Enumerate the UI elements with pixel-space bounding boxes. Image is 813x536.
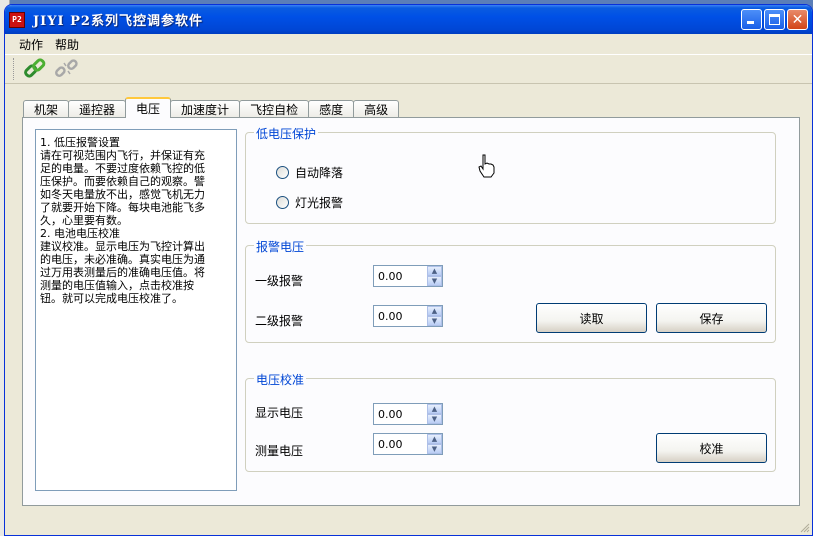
tab-frame[interactable]: 机架 [23, 100, 70, 118]
disconnect-icon[interactable] [54, 57, 80, 81]
window-title: JIYI P2系列飞控调参软件 [33, 14, 203, 29]
level2-label: 二级报警 [255, 314, 304, 328]
tab-self-check[interactable]: 飞控自检 [239, 100, 310, 118]
connect-icon[interactable] [22, 57, 48, 81]
arrow-up-icon: ▲ [431, 307, 438, 315]
alarm-voltage-group: 报警电压 一级报警 0.00 ▲ ▼ 二级报警 0.00 ▲ ▼ 读取 保存 [245, 238, 776, 343]
spin-down-button[interactable]: ▼ [427, 444, 442, 454]
radio-circle[interactable] [276, 166, 289, 179]
measured-voltage-value[interactable]: 0.00 [374, 434, 427, 454]
arrow-down-icon: ▼ [431, 317, 438, 325]
maximize-button[interactable] [764, 9, 785, 30]
calibration-group: 电压校准 显示电压 0.00 ▲ ▼ 测量电压 0.00 ▲ ▼ 校准 [245, 371, 776, 472]
voltage-panel: 1. 低压报警设置 请在可视范围内飞行，并保证有充 足的电量。不要过度依赖飞控的… [22, 117, 800, 506]
menu-bar: 动作 帮助 [5, 34, 812, 54]
low-voltage-group: 低电压保护 自动降落 灯光报警 [245, 125, 776, 224]
arrow-up-icon: ▲ [431, 435, 438, 443]
help-line: 足的电量。不要过度依赖飞控的低 [40, 162, 205, 175]
help-text-box[interactable]: 1. 低压报警设置 请在可视范围内飞行，并保证有充 足的电量。不要过度依赖飞控的… [35, 129, 237, 491]
minimize-button[interactable] [741, 9, 762, 30]
window-controls: ✕ [741, 9, 808, 30]
close-icon: ✕ [791, 11, 804, 28]
calibrate-button[interactable]: 校准 [656, 433, 767, 463]
spin-up-button[interactable]: ▲ [427, 306, 442, 316]
calibration-title: 电压校准 [254, 371, 307, 388]
level1-spinner[interactable]: 0.00 ▲ ▼ [373, 265, 443, 287]
arrow-down-icon: ▼ [431, 277, 438, 285]
app-window: P2 JIYI P2系列飞控调参软件 ✕ 动作 帮助 机架 遥控器 电压 加速度… [4, 4, 813, 536]
level1-value[interactable]: 0.00 [374, 266, 427, 286]
help-line: 如冬天电量放不出，感觉飞机无力 [40, 188, 205, 201]
arrow-down-icon: ▼ [431, 415, 438, 423]
level2-spinner[interactable]: 0.00 ▲ ▼ [373, 305, 443, 327]
tab-advanced[interactable]: 高级 [353, 100, 400, 118]
tab-strip: 机架 遥控器 电压 加速度计 飞控自检 感度 高级 [23, 97, 400, 118]
menu-help[interactable]: 帮助 [49, 36, 85, 53]
help-line: 1. 低压报警设置 [40, 136, 120, 149]
arrow-down-icon: ▼ [431, 445, 438, 453]
hand-cursor-icon [477, 153, 497, 179]
level2-value[interactable]: 0.00 [374, 306, 427, 326]
spinner-buttons: ▲ ▼ [427, 306, 442, 326]
spin-down-button[interactable]: ▼ [427, 414, 442, 424]
toolbar [5, 54, 812, 84]
save-button[interactable]: 保存 [656, 303, 767, 333]
menu-action[interactable]: 动作 [13, 36, 49, 53]
help-line: 测量的电压值输入，点击校准按 [40, 279, 194, 292]
spinner-buttons: ▲ ▼ [427, 434, 442, 454]
alarm-voltage-title: 报警电压 [254, 238, 307, 255]
radio-label: 灯光报警 [295, 196, 344, 210]
tab-voltage[interactable]: 电压 [125, 97, 172, 118]
tab-remote[interactable]: 遥控器 [68, 100, 127, 118]
spinner-buttons: ▲ ▼ [427, 266, 442, 286]
tab-sensitivity[interactable]: 感度 [308, 100, 355, 118]
radio-auto-land[interactable]: 自动降落 [276, 164, 343, 181]
help-line: 建议校准。显示电压为飞控计算出 [40, 240, 205, 253]
close-button[interactable]: ✕ [787, 9, 808, 30]
help-line: 的电压，未必准确。真实电压为通 [40, 253, 205, 266]
title-bar[interactable]: P2 JIYI P2系列飞控调参软件 ✕ [5, 5, 812, 34]
help-line: 过万用表测量后的准确电压值。将 [40, 266, 205, 279]
display-voltage-value[interactable]: 0.00 [374, 404, 427, 424]
maximize-icon [769, 14, 780, 25]
spin-up-button[interactable]: ▲ [427, 266, 442, 276]
spin-up-button[interactable]: ▲ [427, 434, 442, 444]
spin-down-button[interactable]: ▼ [427, 276, 442, 286]
help-line: 钮。就可以完成电压校准了。 [40, 292, 183, 305]
low-voltage-title: 低电压保护 [254, 125, 319, 142]
arrow-up-icon: ▲ [431, 267, 438, 275]
radio-label: 自动降落 [295, 166, 344, 180]
help-line: 了就要开始下降。每块电池能飞多 [40, 201, 205, 214]
display-voltage-label: 显示电压 [255, 406, 304, 420]
radio-light-alarm[interactable]: 灯光报警 [276, 194, 343, 211]
help-line: 请在可视范围内飞行，并保证有充 [40, 149, 205, 162]
spin-up-button[interactable]: ▲ [427, 404, 442, 414]
toolbar-grip[interactable] [13, 58, 16, 80]
measured-voltage-label: 测量电压 [255, 444, 304, 458]
read-button[interactable]: 读取 [536, 303, 647, 333]
resize-grip-icon[interactable] [798, 521, 810, 533]
tab-accelerometer[interactable]: 加速度计 [170, 100, 241, 118]
spinner-buttons: ▲ ▼ [427, 404, 442, 424]
help-line: 2. 电池电压校准 [40, 227, 120, 240]
display-voltage-spinner[interactable]: 0.00 ▲ ▼ [373, 403, 443, 425]
spin-down-button[interactable]: ▼ [427, 316, 442, 326]
help-line: 久，心里要有数。 [40, 214, 128, 227]
level1-label: 一级报警 [255, 274, 304, 288]
radio-circle[interactable] [276, 196, 289, 209]
minimize-icon [747, 21, 754, 24]
measured-voltage-spinner[interactable]: 0.00 ▲ ▼ [373, 433, 443, 455]
app-icon: P2 [9, 11, 25, 28]
arrow-up-icon: ▲ [431, 405, 438, 413]
help-line: 压保护。而要依赖自己的观察。譬 [40, 175, 205, 188]
